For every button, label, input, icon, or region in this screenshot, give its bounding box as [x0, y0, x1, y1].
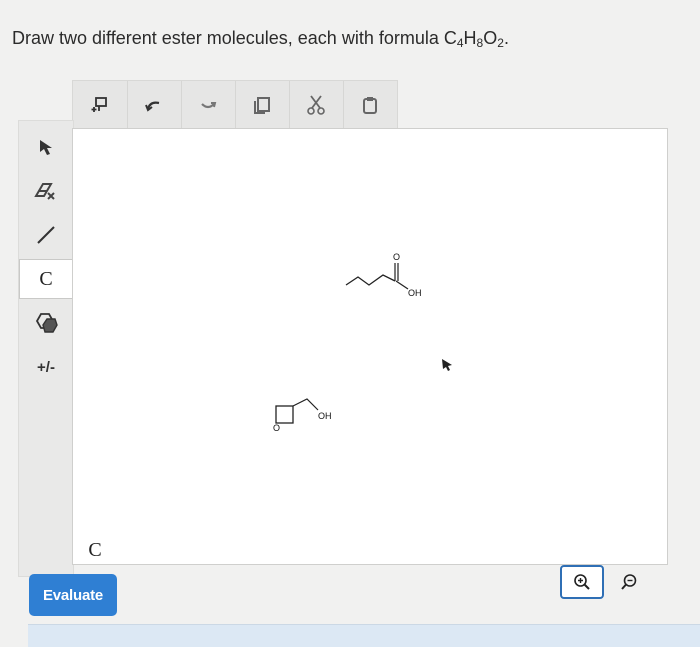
formula-subscript-c: 4 — [456, 36, 464, 50]
template-insert-button[interactable] — [73, 81, 128, 129]
copy-button[interactable] — [235, 81, 290, 129]
charge-tool-button[interactable]: +/- — [19, 347, 73, 387]
zoom-out-icon — [621, 574, 637, 590]
ring-template-icon — [35, 313, 58, 333]
question-prompt: Draw two different ester molecules, each… — [12, 28, 509, 50]
paste-icon — [363, 97, 377, 114]
molecule-1-hydroxyl-label: OH — [408, 288, 422, 298]
evaluate-button[interactable]: Evaluate — [29, 574, 117, 616]
cut-button[interactable] — [289, 81, 344, 129]
carbon-atom-button[interactable]: C — [19, 259, 73, 299]
molecule-1-oxygen-label: O — [393, 252, 400, 262]
redo-icon — [201, 102, 217, 109]
drawing-canvas[interactable]: O OH O OH — [72, 128, 668, 565]
molecule-2[interactable]: O OH — [273, 398, 332, 433]
molecule-1[interactable]: O OH — [345, 252, 422, 298]
eraser-tool-button[interactable] — [19, 171, 73, 211]
copy-icon — [254, 97, 270, 114]
formula-h: H — [463, 28, 477, 48]
zoom-in-icon — [574, 574, 590, 590]
redo-button[interactable] — [181, 81, 236, 129]
molecule-2-oxygen-label: O — [273, 423, 280, 433]
question-text: Draw two different ester molecules, each… — [12, 28, 457, 48]
ring-tool-button[interactable] — [19, 303, 73, 343]
zoom-out-button[interactable] — [612, 565, 646, 599]
bond-tool-button[interactable] — [19, 215, 73, 255]
bond-line-icon — [37, 226, 55, 244]
bottom-panel-edge — [28, 624, 700, 647]
zoom-in-button[interactable] — [560, 565, 604, 599]
mouse-cursor-icon — [442, 359, 452, 371]
undo-button[interactable] — [127, 81, 182, 129]
undo-icon — [145, 101, 160, 112]
eraser-icon — [34, 183, 55, 200]
select-arrow-icon — [40, 140, 52, 155]
top-toolbar — [72, 80, 398, 130]
cut-icon — [307, 95, 325, 115]
formula-subscript-o: 2 — [497, 36, 504, 50]
paste-button[interactable] — [343, 81, 397, 129]
template-insert-icon — [91, 97, 107, 112]
side-toolbar: C +/- — [18, 120, 74, 577]
current-element-label: C — [88, 538, 102, 561]
molecule-2-hydroxyl-label: OH — [318, 411, 332, 421]
select-tool-button[interactable] — [19, 127, 73, 167]
formula-o: O — [483, 28, 498, 48]
question-period: . — [503, 28, 509, 48]
